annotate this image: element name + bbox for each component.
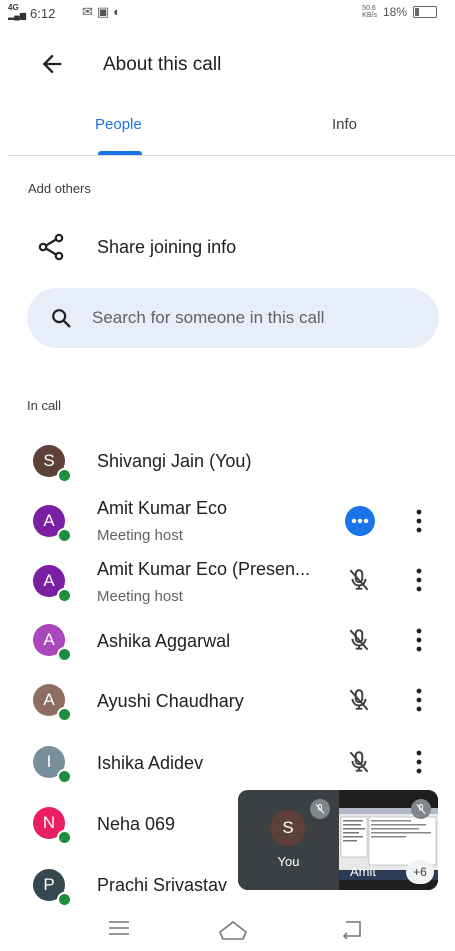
share-icon[interactable] xyxy=(38,233,66,261)
back-arrow-icon[interactable] xyxy=(38,50,66,78)
participant-name: Ashika Aggarwal xyxy=(97,631,231,651)
online-indicator xyxy=(57,830,72,845)
data-rate: 50.6 KB/s xyxy=(362,5,377,19)
participant-name: Amit Kumar Eco (Presen... xyxy=(97,559,311,579)
signal-icon: 4G ▂▄▆ xyxy=(8,3,26,20)
search-placeholder: Search for someone in this call xyxy=(92,308,325,327)
participant-name: Shivangi Jain (You) xyxy=(97,451,252,471)
participant-row[interactable]: I Ishika Adidev xyxy=(0,742,455,784)
participant-row[interactable]: A Amit Kumar Eco (Presen... Meeting host xyxy=(0,557,455,607)
self-tile[interactable]: S You xyxy=(238,790,339,890)
more-options-icon[interactable] xyxy=(409,749,429,775)
online-indicator xyxy=(57,647,72,662)
more-options-icon[interactable] xyxy=(409,627,429,653)
mic-off-icon xyxy=(346,749,372,775)
more-options-icon[interactable] xyxy=(409,687,429,713)
participant-row[interactable]: P Prachi Srivastav xyxy=(0,865,240,907)
tab-people[interactable]: People xyxy=(95,116,142,133)
participant-name: Ishika Adidev xyxy=(97,753,204,773)
avatar: S xyxy=(270,810,306,846)
online-indicator xyxy=(57,588,72,603)
share-joining-info-button[interactable]: Share joining info xyxy=(97,237,236,258)
participant-row[interactable]: A Ayushi Chaudhary xyxy=(0,680,455,722)
tab-info[interactable]: Info xyxy=(332,116,357,133)
more-options-icon[interactable] xyxy=(409,508,429,534)
participant-row[interactable]: A Ashika Aggarwal xyxy=(0,620,455,662)
online-indicator xyxy=(57,707,72,722)
participant-row[interactable]: S Shivangi Jain (You) xyxy=(0,441,455,483)
menu-icon[interactable] xyxy=(108,919,130,942)
home-icon[interactable] xyxy=(218,919,248,946)
mic-off-icon xyxy=(346,567,372,593)
add-others-heading: Add others xyxy=(28,181,91,196)
participant-role: Meeting host xyxy=(97,527,183,544)
mic-off-icon xyxy=(346,627,372,653)
status-bar: 4G ▂▄▆ 6:12 ✉▣◐ 50.6 KB/s 18% xyxy=(0,0,455,24)
mic-off-icon xyxy=(346,687,372,713)
floating-call-tiles[interactable]: S You Amit +6 xyxy=(238,790,438,890)
participant-row[interactable]: A Amit Kumar Eco Meeting host xyxy=(0,496,455,546)
mic-off-icon xyxy=(411,799,431,819)
participant-name: Neha 069 xyxy=(97,814,176,834)
online-indicator xyxy=(57,892,72,907)
more-participants-badge[interactable]: +6 xyxy=(406,860,434,884)
search-icon xyxy=(50,307,72,329)
participant-role: Meeting host xyxy=(97,588,183,605)
self-tile-label: You xyxy=(277,854,300,869)
participant-row[interactable]: N Neha 069 xyxy=(0,803,240,845)
divider xyxy=(8,155,455,156)
online-indicator xyxy=(57,528,72,543)
more-options-icon[interactable] xyxy=(409,567,429,593)
back-icon[interactable] xyxy=(340,919,364,944)
audio-activity-button[interactable] xyxy=(345,506,375,536)
battery-icon xyxy=(413,6,437,18)
online-indicator xyxy=(57,468,72,483)
in-call-heading: In call xyxy=(27,398,61,413)
notification-icons: ✉▣◐ xyxy=(82,4,126,19)
battery-level: 18% xyxy=(382,5,407,19)
participant-name: Ayushi Chaudhary xyxy=(97,691,244,711)
mic-off-icon xyxy=(310,799,330,819)
online-indicator xyxy=(57,769,72,784)
screen-share-label: Amit xyxy=(350,864,376,879)
search-input[interactable]: Search for someone in this call xyxy=(27,288,439,348)
participant-name: Prachi Srivastav xyxy=(97,875,228,895)
participant-name: Amit Kumar Eco xyxy=(97,498,228,518)
status-time: 6:12 xyxy=(30,6,56,21)
page-title: About this call xyxy=(103,54,222,75)
